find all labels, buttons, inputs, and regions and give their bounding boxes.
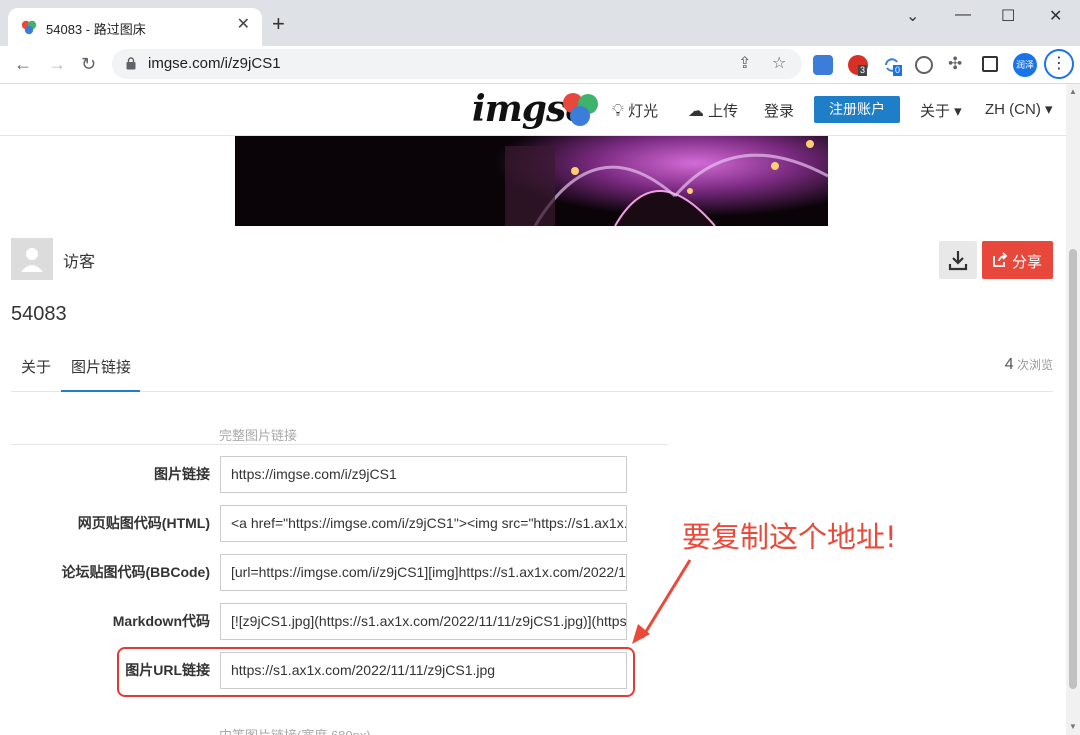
- browser-tab[interactable]: 54083 - 路过图床 ✕: [8, 8, 262, 46]
- view-count: 4 次浏览: [1005, 356, 1053, 374]
- extension-badge: 0: [893, 65, 903, 76]
- language-dropdown[interactable]: ZH (CN) ▾: [985, 100, 1053, 118]
- bookmark-star-icon[interactable]: ☆: [772, 53, 786, 73]
- side-panel-icon[interactable]: [982, 56, 998, 72]
- night-lights-photo: [235, 136, 828, 226]
- download-icon: [948, 251, 968, 271]
- image-preview[interactable]: [235, 136, 828, 226]
- share-button[interactable]: 分享: [982, 241, 1053, 279]
- bbcode-field[interactable]: [url=https://imgse.com/i/z9jCS1][img]htt…: [220, 554, 627, 591]
- lightbulb-icon: 💡︎: [612, 101, 624, 120]
- html-code-field[interactable]: <a href="https://imgse.com/i/z9jCS1"><im…: [220, 505, 627, 542]
- page-scrollbar[interactable]: ▲ ▼: [1066, 84, 1080, 735]
- full-links-heading: 完整图片链接: [219, 428, 298, 443]
- tab-about[interactable]: 关于: [21, 356, 51, 377]
- view-count-label: 次浏览: [1016, 358, 1053, 372]
- share-page-icon[interactable]: ⇪: [738, 53, 751, 73]
- image-title: 54083: [11, 303, 67, 325]
- tab-title: 54083 - 路过图床: [46, 22, 146, 37]
- forward-arrow-icon[interactable]: →: [48, 53, 66, 75]
- tab-close-icon[interactable]: ✕: [237, 16, 250, 34]
- devtools-extension-icon[interactable]: [915, 56, 933, 74]
- lock-icon: [126, 57, 136, 70]
- info-tabs: 关于 图片链接 4 次浏览: [11, 346, 1053, 392]
- nav-about-dropdown[interactable]: 关于 ▾: [920, 100, 962, 121]
- url-text: imgse.com/i/z9jCS1: [148, 55, 281, 72]
- nav-light-label: 灯光: [628, 103, 659, 120]
- cloud-upload-icon: ☁: [688, 103, 704, 120]
- annotation-highlight-box: [117, 647, 635, 697]
- annotation-arrow-icon: [632, 559, 692, 644]
- image-link-field[interactable]: https://imgse.com/i/z9jCS1: [220, 456, 627, 493]
- translate-extension-icon[interactable]: [813, 55, 833, 75]
- nav-upload[interactable]: ☁ 上传: [688, 100, 738, 121]
- scroll-down-icon[interactable]: ▼: [1069, 722, 1077, 731]
- back-arrow-icon[interactable]: ←: [14, 53, 32, 75]
- browser-menu-icon[interactable]: ⋮: [1044, 49, 1074, 79]
- maximize-icon[interactable]: ☐: [1001, 6, 1015, 26]
- logo-circles-icon: [563, 93, 598, 126]
- scrollbar-thumb[interactable]: [1069, 249, 1077, 689]
- user-silhouette-icon: [21, 248, 43, 272]
- uploader-name[interactable]: 访客: [63, 248, 95, 272]
- extension-badge: 3: [858, 65, 868, 76]
- image-link-label: 图片链接: [154, 466, 210, 482]
- html-code-label: 网页贴图代码(HTML): [77, 515, 210, 531]
- bbcode-label: 论坛贴图代码(BBCode): [61, 564, 210, 580]
- profile-avatar[interactable]: 润泽: [1013, 53, 1037, 77]
- address-bar[interactable]: imgse.com/i/z9jCS1 ⇪ ☆: [112, 49, 802, 79]
- site-favicon-icon: [21, 20, 37, 35]
- adblock-extension-icon[interactable]: 3: [848, 55, 868, 76]
- markdown-label: Markdown代码: [112, 613, 210, 629]
- scroll-up-icon[interactable]: ▲: [1069, 87, 1077, 96]
- annotation-text: 要复制这个地址!: [682, 520, 897, 554]
- tab-search-chevron-icon[interactable]: ⌄: [906, 6, 919, 26]
- view-count-number: 4: [1004, 356, 1014, 373]
- reload-icon[interactable]: ↻: [81, 53, 96, 75]
- new-tab-icon[interactable]: +: [272, 13, 285, 35]
- active-tab-indicator: [61, 390, 140, 392]
- nav-upload-label: 上传: [708, 103, 739, 120]
- markdown-field[interactable]: [![z9jCS1.jpg](https://s1.ax1x.com/2022/…: [220, 603, 627, 640]
- uploader-avatar[interactable]: [11, 238, 53, 280]
- share-icon: [993, 252, 1008, 267]
- sync-extension-icon[interactable]: 0: [882, 55, 903, 76]
- section-divider: [11, 444, 668, 445]
- share-label: 分享: [1012, 254, 1043, 271]
- nav-light[interactable]: 💡︎ 灯光: [612, 100, 658, 121]
- window-close-icon[interactable]: ✕: [1049, 6, 1062, 26]
- nav-login[interactable]: 登录: [764, 100, 794, 121]
- download-button[interactable]: [939, 241, 977, 279]
- web-page: imgse 💡︎ 灯光 ☁ 上传 登录 注册账户 关于 ▾ ZH (CN) ▾: [0, 84, 1066, 735]
- signup-button[interactable]: 注册账户: [814, 96, 900, 123]
- minimize-icon[interactable]: —: [955, 6, 971, 24]
- browser-tab-bar: 54083 - 路过图床 ✕ + ⌄ — ☐ ✕: [0, 0, 1080, 46]
- tab-image-links[interactable]: 图片链接: [71, 356, 131, 377]
- browser-toolbar: ← → ↻ imgse.com/i/z9jCS1 ⇪ ☆ 3 0 ✣ 润泽 ⋮: [0, 46, 1080, 84]
- medium-links-heading: 中等图片链接(宽度 680px): [219, 725, 371, 735]
- extensions-puzzle-icon[interactable]: ✣: [948, 54, 962, 74]
- site-header: imgse 💡︎ 灯光 ☁ 上传 登录 注册账户 关于 ▾ ZH (CN) ▾: [0, 84, 1066, 136]
